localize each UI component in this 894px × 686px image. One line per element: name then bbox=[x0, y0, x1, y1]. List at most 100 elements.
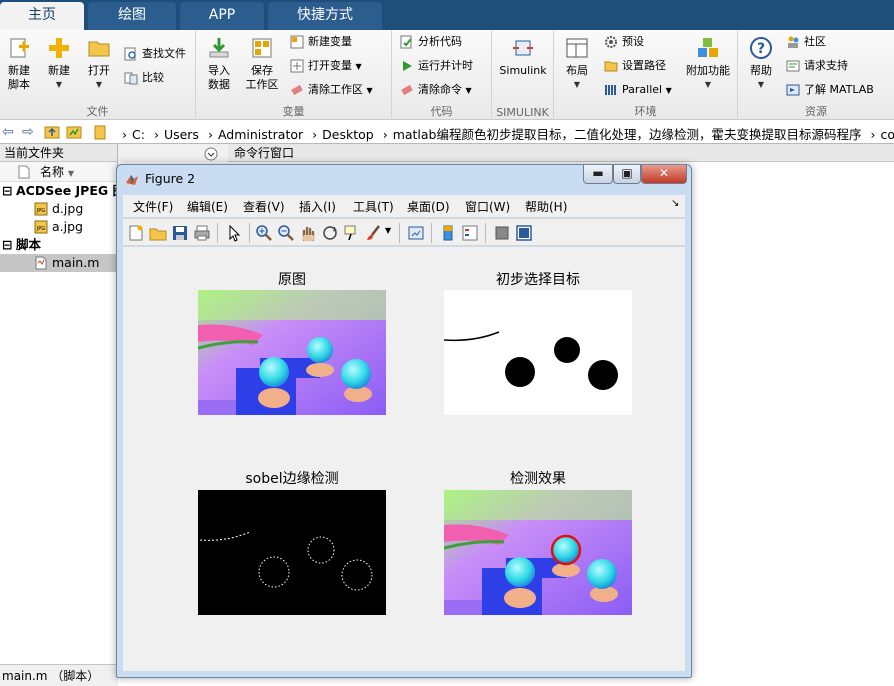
file-name-a-jpg: a.jpg bbox=[52, 219, 83, 234]
toolbar-divider bbox=[217, 223, 218, 243]
current-folder-panel: 当前文件夹 名称 ▼ ⊟ ACDSee JPEG 图像 JPG d.jpg JP… bbox=[0, 144, 138, 686]
file-row-d-jpg[interactable]: JPG d.jpg bbox=[0, 200, 117, 218]
save-workspace-label: 保存 工作区 bbox=[245, 64, 279, 91]
breadcrumb-administrator[interactable]: Administrator bbox=[218, 127, 303, 142]
open-file-icon[interactable] bbox=[149, 224, 167, 242]
show-plot-tools-icon[interactable] bbox=[515, 224, 533, 242]
colorbar-icon[interactable] bbox=[439, 224, 457, 242]
tab-apps[interactable]: APP bbox=[180, 2, 264, 30]
analyze-code-button[interactable]: 分析代码 bbox=[400, 32, 462, 52]
save-workspace-button[interactable]: 保存 工作区 bbox=[242, 34, 282, 100]
breadcrumb-desktop[interactable]: Desktop bbox=[322, 127, 374, 142]
breadcrumb-separator: › bbox=[382, 127, 388, 142]
plus-icon bbox=[49, 38, 69, 58]
learn-matlab-button[interactable]: 了解 MATLAB bbox=[786, 80, 874, 100]
menu-edit[interactable]: 编辑(E) bbox=[187, 198, 228, 215]
help-button[interactable]: ? 帮助 ▼ bbox=[742, 34, 780, 100]
clear-workspace-button[interactable]: 清除工作区 ▼ bbox=[290, 80, 373, 100]
back-arrow-icon[interactable]: ⇦ bbox=[2, 124, 14, 140]
forward-arrow-icon[interactable]: ⇨ bbox=[22, 124, 34, 140]
import-data-label: 导入 数据 bbox=[208, 64, 230, 91]
eraser-icon bbox=[291, 84, 303, 96]
group-header-jpeg[interactable]: ⊟ ACDSee JPEG 图像 bbox=[0, 182, 138, 200]
new-script-button[interactable]: 新建 脚本 bbox=[0, 34, 38, 100]
group-header-script[interactable]: ⊟ 脚本 bbox=[0, 236, 117, 254]
figure-canvas[interactable]: 原图 初步选择目标 sobel边缘检测 检测效果 bbox=[123, 247, 685, 671]
breadcrumb-drive[interactable]: C: bbox=[132, 127, 145, 142]
menu-file[interactable]: 文件(F) bbox=[133, 198, 173, 215]
pan-hand-icon[interactable] bbox=[299, 224, 317, 242]
compare-button[interactable]: 比较 bbox=[124, 68, 164, 88]
compare-label: 比较 bbox=[142, 71, 164, 84]
parallel-button[interactable]: Parallel ▼ bbox=[604, 80, 672, 100]
preferences-button[interactable]: 预设 bbox=[604, 32, 644, 52]
variable-group: 导入 数据 保存 工作区 新建变量 打开变量 ▼ 清除工作区 ▼ 变量 bbox=[196, 30, 392, 120]
import-data-button[interactable]: 导入 数据 bbox=[200, 34, 238, 100]
new-variable-button[interactable]: 新建变量 bbox=[290, 32, 352, 52]
open-variable-button[interactable]: 打开变量 ▼ bbox=[290, 56, 362, 76]
group-label-script: 脚本 bbox=[16, 237, 42, 252]
menu-window[interactable]: 窗口(W) bbox=[465, 198, 510, 215]
menu-help[interactable]: 帮助(H) bbox=[525, 198, 567, 215]
chevron-down-icon: ▼ bbox=[757, 80, 765, 89]
collapse-icon[interactable]: ⊟ bbox=[2, 236, 12, 254]
minimize-button[interactable]: ▬ bbox=[583, 165, 613, 184]
panel-options-icon[interactable] bbox=[204, 147, 218, 161]
file-row-main-m[interactable]: main.m bbox=[0, 254, 117, 272]
zoom-out-icon[interactable] bbox=[277, 224, 295, 242]
new-figure-icon[interactable] bbox=[127, 224, 145, 242]
open-button[interactable]: 打开 ▼ bbox=[80, 34, 118, 100]
parallel-label: Parallel bbox=[622, 83, 663, 96]
simulink-button[interactable]: Simulink bbox=[498, 34, 548, 100]
link-plot-icon[interactable] bbox=[407, 224, 425, 242]
jpg-file-icon: JPG bbox=[34, 220, 48, 234]
menu-view[interactable]: 查看(V) bbox=[243, 198, 285, 215]
figure-window[interactable]: Figure 2 ▬ ▣ ✕ 文件(F) 编辑(E) 查看(V) 插入(I) 工… bbox=[116, 164, 692, 678]
breadcrumb-project-folder[interactable]: matlab编程颜色初步提取目标，二值化处理，边缘检测，霍夫变换提取目标源码程序 bbox=[393, 127, 862, 142]
menu-tools[interactable]: 工具(T) bbox=[353, 198, 394, 215]
chevron-down-icon[interactable]: ▼ bbox=[385, 226, 391, 235]
tab-plots[interactable]: 绘图 bbox=[88, 2, 176, 30]
breadcrumb-users[interactable]: Users bbox=[164, 127, 199, 142]
maximize-button[interactable]: ▣ bbox=[613, 165, 641, 184]
chevron-down-icon: ▼ bbox=[355, 62, 362, 71]
tab-home[interactable]: 主页 bbox=[0, 2, 84, 30]
file-row-a-jpg[interactable]: JPG a.jpg bbox=[0, 218, 117, 236]
rotate-3d-icon[interactable] bbox=[321, 224, 339, 242]
simulink-label: Simulink bbox=[499, 64, 547, 77]
subplot-original-image bbox=[198, 290, 386, 415]
tab-shortcuts[interactable]: 快捷方式 bbox=[268, 2, 382, 30]
hide-plot-tools-icon[interactable] bbox=[493, 224, 511, 242]
community-label: 社区 bbox=[804, 35, 826, 48]
save-icon[interactable] bbox=[171, 224, 189, 242]
addons-button[interactable]: 附加功能 ▼ bbox=[684, 34, 732, 100]
breadcrumb-code[interactable]: code bbox=[880, 127, 894, 142]
print-icon[interactable] bbox=[193, 224, 211, 242]
brush-icon[interactable] bbox=[365, 224, 383, 242]
up-folder-icon[interactable] bbox=[44, 124, 60, 140]
run-and-time-button[interactable]: 运行并计时 bbox=[400, 56, 473, 76]
set-path-button[interactable]: 设置路径 bbox=[604, 56, 666, 76]
menu-insert[interactable]: 插入(I) bbox=[299, 198, 336, 215]
path-breadcrumb[interactable]: › C: › Users › Administrator › Desktop › matl… bbox=[122, 124, 894, 143]
community-button[interactable]: 社区 bbox=[786, 32, 826, 52]
layout-button[interactable]: 布局 ▼ bbox=[558, 34, 596, 100]
zoom-in-icon[interactable] bbox=[255, 224, 273, 242]
legend-icon[interactable] bbox=[461, 224, 479, 242]
folder-icon bbox=[88, 41, 110, 57]
pointer-arrow-icon[interactable] bbox=[225, 224, 243, 242]
data-cursor-icon[interactable] bbox=[343, 224, 361, 242]
close-button[interactable]: ✕ bbox=[641, 165, 687, 184]
file-column-icon bbox=[18, 165, 30, 179]
new-button[interactable]: 新建 ▼ bbox=[40, 34, 78, 100]
file-details-status: main.m （脚本） bbox=[0, 664, 118, 686]
menu-desktop[interactable]: 桌面(D) bbox=[407, 198, 450, 215]
clear-commands-button[interactable]: 清除命令 ▼ bbox=[400, 80, 472, 100]
collapse-icon[interactable]: ⊟ bbox=[2, 182, 12, 200]
file-name-d-jpg: d.jpg bbox=[52, 201, 84, 216]
request-support-button[interactable]: 请求支持 bbox=[786, 56, 848, 76]
find-files-button[interactable]: 查找文件 bbox=[124, 44, 186, 64]
browse-folder-icon[interactable] bbox=[66, 124, 82, 140]
name-column-header[interactable]: 名称 ▼ bbox=[0, 162, 117, 182]
dock-arrow-icon[interactable]: ↘ bbox=[671, 198, 679, 209]
